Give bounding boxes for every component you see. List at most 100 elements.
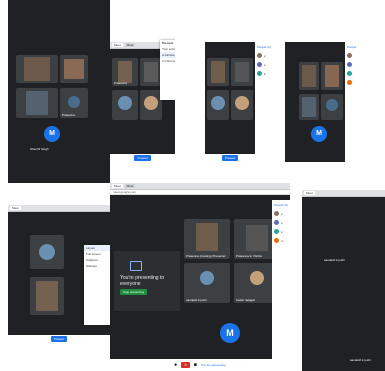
participant-photo bbox=[302, 97, 316, 117]
participant-photo bbox=[302, 65, 316, 87]
screenshot-3b: Present bbox=[205, 42, 255, 162]
video-tile bbox=[321, 94, 343, 120]
presenting-title: You're presenting to everyone bbox=[120, 275, 165, 287]
browser-tabs: Meet bbox=[8, 205, 110, 212]
side-name: sandesh k joshi bbox=[350, 358, 371, 362]
participant-avatar bbox=[118, 96, 132, 110]
participant-photo bbox=[196, 223, 218, 251]
browser-tab[interactable]: Meet bbox=[304, 191, 315, 195]
person-row[interactable]: p bbox=[255, 51, 285, 60]
participant-photo bbox=[235, 62, 249, 82]
presenter-name: Shanthi Singh bbox=[30, 147, 49, 151]
present-button[interactable]: Present bbox=[134, 155, 151, 161]
present-button[interactable]: Present bbox=[221, 155, 239, 161]
person-row[interactable]: s bbox=[272, 218, 302, 227]
screenshot-6: Meet Meet meet.google.com You're present… bbox=[110, 183, 290, 371]
tile-name: Prasanna bbox=[62, 113, 75, 117]
screenshot-3 bbox=[175, 0, 205, 183]
participant-avatar-m: M bbox=[311, 126, 327, 142]
meeting-controls: Present bbox=[205, 154, 255, 162]
person-row[interactable] bbox=[345, 69, 377, 78]
participant-avatar bbox=[211, 96, 225, 110]
browser-tab[interactable]: Meet bbox=[112, 184, 123, 188]
browser-tabs: Meet Meet bbox=[110, 183, 290, 190]
browser-tab[interactable]: Meet bbox=[124, 184, 136, 188]
person-row[interactable]: k bbox=[255, 69, 285, 78]
video-tile bbox=[30, 277, 64, 315]
browser-tabs: Meet bbox=[302, 190, 385, 197]
tile-name: Prasanna bbox=[114, 81, 127, 85]
video-tile-4: Prasanna bbox=[60, 88, 88, 118]
menu-item[interactable]: Settings bbox=[84, 263, 110, 269]
video-tile-3 bbox=[16, 88, 58, 118]
video-tile: sandesh k joshi bbox=[184, 263, 230, 303]
tile-name: sandesh k joshi bbox=[186, 298, 207, 302]
people-panel: People (6) p s k bbox=[255, 42, 285, 162]
people-panel: People bbox=[345, 42, 377, 162]
browser-tab[interactable]: Meet bbox=[112, 43, 123, 47]
video-tile: Prasanna (Hosting) Presenter bbox=[184, 219, 230, 259]
browser-tab[interactable]: Meet bbox=[124, 43, 136, 47]
participant-avatar bbox=[250, 271, 264, 285]
video-tile-1 bbox=[16, 55, 58, 83]
address-bar[interactable]: meet.google.com bbox=[110, 190, 290, 195]
participant-photo bbox=[118, 61, 132, 83]
people-panel: People (6) p s k m bbox=[272, 200, 302, 360]
screenshot-4: M bbox=[285, 42, 345, 162]
present-button[interactable]: Present bbox=[50, 336, 68, 342]
participant-avatar bbox=[39, 244, 55, 260]
you-are-presenting-label[interactable]: You are presenting bbox=[201, 363, 226, 367]
participant-photo bbox=[24, 57, 50, 81]
panel-tab[interactable]: People (6) bbox=[272, 200, 302, 209]
more-options-menu: Layout Full screen Captions Settings bbox=[84, 245, 110, 325]
person-row[interactable]: p bbox=[272, 209, 302, 218]
video-tile bbox=[140, 90, 162, 120]
tile-name: Prasanna (Hosting) Presenter bbox=[186, 254, 226, 258]
participant-photo bbox=[64, 59, 84, 79]
video-tile: Prasanna bbox=[112, 58, 138, 86]
person-row[interactable] bbox=[345, 78, 377, 87]
person-row[interactable]: m bbox=[272, 236, 302, 245]
participant-avatar bbox=[68, 96, 80, 108]
meeting-controls: Present bbox=[110, 154, 175, 162]
presenting-card: You're presenting to everyone Stop prese… bbox=[114, 251, 180, 311]
share-icon bbox=[130, 261, 142, 271]
tile-name: Prasanna tn Vishnu bbox=[236, 254, 263, 258]
video-tile bbox=[299, 62, 319, 90]
leave-button[interactable]: ✆ bbox=[181, 362, 190, 368]
person-row[interactable]: k bbox=[272, 227, 302, 236]
meeting-controls: Present bbox=[8, 335, 110, 343]
camera-icon[interactable]: ■ bbox=[194, 362, 197, 368]
video-tile bbox=[207, 58, 229, 86]
video-tile bbox=[321, 62, 343, 90]
participant-photo bbox=[211, 61, 225, 83]
video-tile bbox=[30, 235, 64, 269]
meeting-controls: ● ✆ ■ You are presenting bbox=[110, 359, 290, 371]
participant-photo bbox=[325, 65, 339, 87]
person-row[interactable] bbox=[345, 51, 377, 60]
participant-photo bbox=[246, 225, 268, 251]
participant-avatar bbox=[144, 96, 158, 110]
participant-photo bbox=[36, 281, 58, 311]
video-tile bbox=[140, 58, 162, 86]
screenshot-1: Prasanna M Shanthi Singh bbox=[8, 0, 110, 183]
person-row[interactable] bbox=[345, 60, 377, 69]
side-name: sandesh k joshi bbox=[324, 258, 345, 262]
participant-avatar-m: M bbox=[220, 323, 240, 343]
participant-avatar bbox=[235, 96, 249, 110]
panel-tab[interactable]: People bbox=[345, 42, 377, 51]
screenshot-5: Meet Layout Full screen Captions Setting… bbox=[8, 205, 110, 343]
microphone-icon[interactable]: ● bbox=[174, 362, 177, 368]
video-tile bbox=[231, 58, 253, 86]
participant-photo bbox=[144, 62, 158, 82]
person-row[interactable]: s bbox=[255, 60, 285, 69]
participant-avatar-m: M bbox=[44, 126, 60, 142]
screenshot-7: Meet sandesh k joshi sandesh k joshi bbox=[302, 190, 385, 371]
browser-tab[interactable]: Meet bbox=[10, 206, 21, 210]
participant-photo bbox=[26, 91, 48, 115]
panel-tab[interactable]: People (6) bbox=[255, 42, 285, 51]
stop-presenting-button[interactable]: Stop presenting bbox=[120, 289, 148, 295]
video-tile-2 bbox=[60, 55, 88, 83]
video-tile bbox=[112, 90, 138, 120]
participant-avatar bbox=[326, 99, 338, 111]
